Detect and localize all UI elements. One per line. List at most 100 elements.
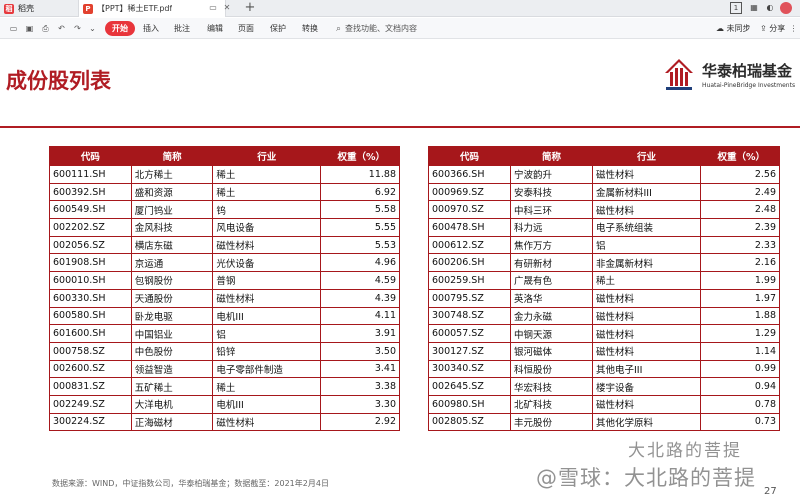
industry-cell: 钨 (212, 200, 322, 220)
industry-cell: 稀土 (212, 377, 322, 396)
menu-page[interactable]: 页面 (238, 21, 254, 36)
stock-name-cell: 金力永磁 (510, 306, 593, 326)
table-row: 600478.SH 科力远 电子系统组装 2.39 (428, 218, 780, 237)
col-header-industry: 行业 (592, 146, 701, 166)
search-placeholder: 查找功能、文档内容 (345, 24, 417, 33)
page-title: 成份股列表 (6, 69, 111, 93)
weight-cell: 6.92 (320, 182, 400, 202)
table-row: 000612.SZ 焦作万方铝 2.33 (428, 235, 780, 255)
table-row: 600259.SH 广晟有色 稀土 1.99 (428, 271, 780, 290)
industry-cell: 铅锌 (212, 341, 322, 361)
weight-cell: 2.49 (700, 182, 780, 202)
grid-icon[interactable]: ▦ (748, 2, 760, 14)
stock-name-cell: 中钢天源 (510, 324, 593, 343)
table-row: 300748.SZ 金力永磁 磁性材料 1.88 (428, 306, 780, 326)
stock-code-cell: 300224.SZ (49, 412, 132, 432)
sync-status-label: 未同步 (726, 24, 751, 33)
tab-document[interactable]: P 【PPT】稀土ETF.pdf (78, 0, 226, 17)
tab-home[interactable]: 稻 稻壳 (0, 0, 77, 17)
more-chevron-icon[interactable]: ⌄ (87, 23, 98, 34)
weight-cell: 1.97 (700, 288, 780, 308)
menu-protect[interactable]: 保护 (270, 21, 286, 36)
industry-cell: 稀土 (592, 271, 701, 290)
watermark-line1: 大北路的菩提 (628, 441, 742, 461)
weight-cell: 5.58 (320, 200, 400, 220)
menu-start[interactable]: 开始 (105, 21, 135, 36)
stock-code-cell: 600580.SH (49, 306, 132, 326)
logo-english-name: Huatai-PineBridge Investments (702, 82, 796, 89)
weight-cell: 5.55 (320, 218, 400, 237)
open-folder-icon[interactable]: ▭ (8, 23, 19, 34)
table-row: 002249.SZ 大洋电机 电机III 3.30 (49, 394, 400, 414)
table-row: 600580.SH 卧龙电驱 电机III 4.11 (49, 306, 400, 326)
stock-code-cell: 002056.SZ (49, 235, 132, 255)
menu-edit[interactable]: 编辑 (207, 21, 223, 36)
industry-cell: 铝 (592, 235, 701, 255)
stock-code-cell: 600980.SH (428, 394, 511, 414)
weight-cell: 4.59 (320, 271, 400, 290)
menu-insert[interactable]: 插入 (143, 21, 159, 36)
stock-name-cell: 北方稀土 (130, 165, 214, 184)
window-count-badge[interactable]: 1 (730, 2, 742, 14)
menu-annotate[interactable]: 批注 (174, 21, 190, 36)
col-header-code: 代码 (49, 146, 132, 166)
stock-name-cell: 有研新材 (510, 253, 593, 273)
skin-icon[interactable]: ◐ (764, 2, 776, 14)
more-options-icon[interactable]: ⋮ (788, 23, 799, 34)
stock-code-cell: 002600.SZ (49, 359, 132, 379)
stock-code-cell: 002645.SZ (428, 377, 511, 396)
tab-close-icon[interactable]: ✕ (222, 3, 232, 13)
stock-code-cell: 300340.SZ (428, 359, 511, 379)
stock-code-cell: 000969.SZ (428, 182, 511, 202)
weight-cell: 1.29 (700, 324, 780, 343)
weight-cell: 3.91 (320, 324, 400, 343)
tab-document-label: 【PPT】稀土ETF.pdf (97, 4, 173, 13)
industry-cell: 非金属新材料 (592, 253, 701, 273)
stock-name-cell: 焦作万方 (510, 235, 593, 255)
share-label: 分享 (769, 24, 786, 33)
tab-monitor-icon[interactable]: ▭ (208, 3, 218, 13)
stock-code-cell: 600366.SH (428, 165, 511, 184)
table-row: 002805.SZ 丰元股份 其他化学原料 0.73 (428, 412, 780, 432)
undo-icon[interactable]: ↶ (56, 23, 67, 34)
industry-cell: 磁性材料 (212, 235, 322, 255)
weight-cell: 2.92 (320, 412, 400, 432)
stock-name-cell: 卧龙电驱 (130, 306, 214, 326)
watermark: 大北路的菩提 @雪球：大北路的菩提 (536, 436, 786, 500)
stock-name-cell: 科恒股份 (510, 359, 593, 379)
stock-name-cell: 大洋电机 (130, 394, 214, 414)
weight-cell: 11.88 (320, 165, 400, 184)
weight-cell: 1.14 (700, 341, 780, 361)
stock-name-cell: 英洛华 (510, 288, 593, 308)
weight-cell: 2.48 (700, 200, 780, 220)
table-row: 600111.SH 北方稀土 稀土 11.88 (49, 165, 400, 184)
weight-cell: 1.88 (700, 306, 780, 326)
table-row: 000969.SZ 安泰科技 金属新材料III 2.49 (428, 182, 780, 202)
docer-logo-icon: 稻 (4, 3, 14, 14)
save-icon[interactable]: ▣ (24, 23, 35, 34)
search-input[interactable]: ⌕ 查找功能、文档内容 (336, 22, 426, 35)
weight-cell: 0.73 (700, 412, 780, 432)
stock-code-cell: 600057.SZ (428, 324, 511, 343)
stock-name-cell: 天通股份 (130, 288, 214, 308)
stock-name-cell: 广晟有色 (510, 271, 593, 290)
stock-code-cell: 000795.SZ (428, 288, 511, 308)
print-icon[interactable]: ⎙ (40, 23, 51, 34)
redo-icon[interactable]: ↷ (72, 23, 83, 34)
sync-status[interactable]: ☁ 未同步 (716, 21, 751, 36)
share-button[interactable]: ⇪ 分享 (760, 21, 785, 36)
menu-convert[interactable]: 转换 (302, 21, 318, 36)
new-tab-button[interactable]: + (243, 0, 257, 17)
constituents-table-right: 代码 简称 行业 权重（%） 600366.SH 宁波韵升 磁性材料 2.56 0009… (428, 146, 780, 432)
search-icon: ⌕ (336, 24, 342, 34)
table-row: 600330.SH 天通股份 磁性材料 4.39 (49, 288, 400, 308)
table-row: 600980.SH 北矿科技 磁性材料 0.78 (428, 394, 780, 414)
stock-code-cell: 300748.SZ (428, 306, 511, 326)
stock-name-cell: 丰元股份 (510, 412, 593, 432)
stock-name-cell: 北矿科技 (510, 394, 593, 414)
weight-cell: 3.41 (320, 359, 400, 379)
avatar[interactable] (780, 2, 792, 14)
stock-name-cell: 华宏科技 (510, 377, 593, 396)
weight-cell: 0.94 (700, 377, 780, 396)
stock-code-cell: 000758.SZ (49, 341, 132, 361)
